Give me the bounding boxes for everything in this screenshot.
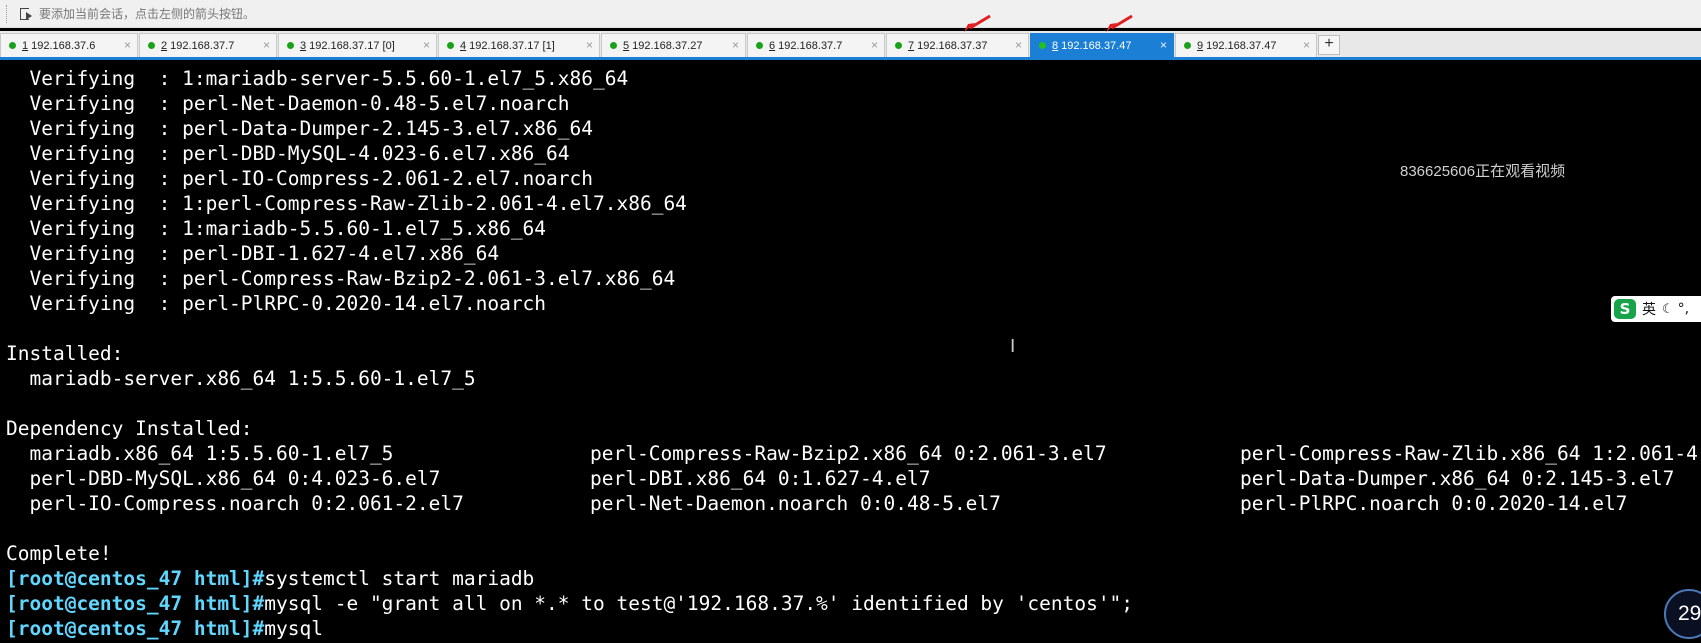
dependency-item: perl-Data-Dumper.x86_64 0:2.145-3.el7 [1240, 467, 1675, 490]
ime-mode-toggle[interactable]: 英 [1642, 299, 1656, 319]
tab-number: 3 [300, 39, 307, 52]
close-tab-icon[interactable]: × [423, 38, 430, 52]
connected-status-icon [1184, 42, 1191, 49]
verify-line: Verifying : perl-DBD-MySQL-4.023-6.el7.x… [6, 142, 570, 165]
verify-line: Verifying : 1:mariadb-server-5.5.60-1.el… [6, 67, 629, 90]
tab-host: 192.168.37.47 [1206, 39, 1277, 52]
verify-line: Verifying : perl-IO-Compress-2.061-2.el7… [6, 167, 593, 190]
dependency-item: perl-Compress-Raw-Zlib.x86_64 1:2.061-4.… [1240, 442, 1701, 465]
command-line: [root@centos_47 html]#systemctl start ma… [6, 566, 534, 591]
annotation-arrow-icon [964, 14, 991, 32]
session-tab-3[interactable]: 3 192.168.37.17 [0] × [278, 33, 437, 57]
connected-status-icon [756, 42, 763, 49]
ime-toolbar[interactable]: S 英 ☾ °, [1611, 296, 1701, 322]
connected-status-icon [895, 42, 902, 49]
command-line: [root@centos_47 html]#mysql -e "grant al… [6, 591, 1133, 616]
installed-header: Installed: [6, 342, 124, 365]
tab-host: 192.168.37.17 [1] [469, 39, 555, 52]
tab-number: 8 [1052, 39, 1059, 52]
dependency-item: perl-IO-Compress.noarch 0:2.061-2.el7 [6, 492, 464, 515]
viewer-watermark: 836625606正在观看视频 [1400, 163, 1566, 180]
verify-line: Verifying : perl-DBI-1.627-4.el7.x86_64 [6, 242, 500, 265]
text-cursor-icon: I [1010, 336, 1016, 357]
new-tab-button[interactable]: + [1318, 35, 1340, 55]
command-text: systemctl start mariadb [264, 567, 535, 590]
connected-status-icon [287, 42, 294, 49]
command-line: [root@centos_47 html]#mysql [6, 616, 323, 641]
tab-host: 192.168.37.7 [170, 39, 235, 52]
tab-host: 192.168.37.37 [917, 39, 988, 52]
close-tab-icon[interactable]: × [263, 38, 270, 52]
tab-number: 1 [22, 39, 29, 52]
tab-number: 4 [460, 39, 467, 52]
session-arrow-icon[interactable] [19, 7, 33, 21]
dependency-item: perl-PlRPC.noarch 0:0.2020-14.el7 [1240, 492, 1628, 515]
dependency-item: perl-Compress-Raw-Bzip2.x86_64 0:2.061-3… [590, 442, 1107, 465]
verify-line: Verifying : perl-Net-Daemon-0.48-5.el7.n… [6, 92, 570, 115]
moon-icon[interactable]: ☾ [1662, 302, 1674, 317]
close-tab-icon[interactable]: × [871, 38, 878, 52]
close-tab-icon[interactable]: × [124, 38, 131, 52]
verify-line: Verifying : 1:mariadb-5.5.60-1.el7_5.x86… [6, 217, 547, 240]
complete-message: Complete! [6, 542, 112, 565]
connected-status-icon [1039, 42, 1046, 49]
shell-prompt: [root@centos_47 html]# [6, 567, 265, 590]
session-hint-bar: 要添加当前会话，点击左侧的箭头按钮。 [0, 0, 1701, 28]
session-tab-2[interactable]: 2 192.168.37.7 × [139, 33, 277, 57]
session-tab-4[interactable]: 4 192.168.37.17 [1] × [438, 33, 600, 57]
connected-status-icon [148, 42, 155, 49]
tab-number: 7 [908, 39, 915, 52]
session-tab-9[interactable]: 9 192.168.37.47 × [1175, 33, 1317, 57]
close-tab-icon[interactable]: × [1160, 38, 1167, 52]
tab-host: 192.168.37.27 [632, 39, 703, 52]
tab-host: 192.168.37.7 [778, 39, 843, 52]
tab-number: 6 [769, 39, 776, 52]
verify-line: Verifying : perl-PlRPC-0.2020-14.el7.noa… [6, 292, 547, 315]
verify-line: Verifying : perl-Data-Dumper-2.145-3.el7… [6, 117, 593, 140]
close-tab-icon[interactable]: × [1303, 38, 1310, 52]
shell-prompt: [root@centos_47 html]# [6, 592, 265, 615]
command-text: mysql [264, 617, 323, 640]
verify-line: Verifying : 1:perl-Compress-Raw-Zlib-2.0… [6, 192, 687, 215]
verify-line: Verifying : perl-Compress-Raw-Bzip2-2.06… [6, 267, 676, 290]
connected-status-icon [610, 42, 617, 49]
punctuation-toggle[interactable]: °, [1678, 301, 1689, 317]
tab-number: 2 [161, 39, 168, 52]
dependency-header: Dependency Installed: [6, 417, 253, 440]
close-tab-icon[interactable]: × [1015, 38, 1022, 52]
session-tab-5[interactable]: 5 192.168.37.27 × [601, 33, 746, 57]
connected-status-icon [447, 42, 454, 49]
dependency-item: perl-DBI.x86_64 0:1.627-4.el7 [590, 467, 931, 490]
dependency-item: perl-Net-Daemon.noarch 0:0.48-5.el7 [590, 492, 1001, 515]
session-tab-7[interactable]: 7 192.168.37.37 × [886, 33, 1029, 57]
session-tab-8[interactable]: 8 192.168.37.47 × [1030, 33, 1174, 57]
tab-number: 5 [623, 39, 630, 52]
session-tab-bar: 1 192.168.37.6 × 2 192.168.37.7 × 3 192.… [0, 31, 1701, 60]
connected-status-icon [9, 42, 16, 49]
tab-host: 192.168.37.47 [1061, 39, 1132, 52]
close-tab-icon[interactable]: × [732, 38, 739, 52]
terminal-output[interactable]: Verifying : 1:mariadb-server-5.5.60-1.el… [0, 60, 1701, 643]
hint-text: 要添加当前会话，点击左侧的箭头按钮。 [39, 7, 256, 21]
tab-host: 192.168.37.17 [0] [309, 39, 395, 52]
shell-prompt: [root@centos_47 html]# [6, 617, 265, 640]
session-tab-1[interactable]: 1 192.168.37.6 × [0, 33, 138, 57]
session-tab-6[interactable]: 6 192.168.37.7 × [747, 33, 885, 57]
ime-logo-icon[interactable]: S [1614, 299, 1636, 319]
close-tab-icon[interactable]: × [586, 38, 593, 52]
command-text: mysql -e "grant all on *.* to test@'192.… [264, 592, 1134, 615]
tab-number: 9 [1197, 39, 1204, 52]
dependency-item: perl-DBD-MySQL.x86_64 0:4.023-6.el7 [6, 467, 441, 490]
toolbar-grip[interactable] [6, 4, 9, 23]
dependency-item: mariadb.x86_64 1:5.5.60-1.el7_5 [6, 442, 394, 465]
installed-package: mariadb-server.x86_64 1:5.5.60-1.el7_5 [6, 367, 476, 390]
annotation-arrow-icon [1106, 14, 1133, 32]
tab-host: 192.168.37.6 [31, 39, 96, 52]
